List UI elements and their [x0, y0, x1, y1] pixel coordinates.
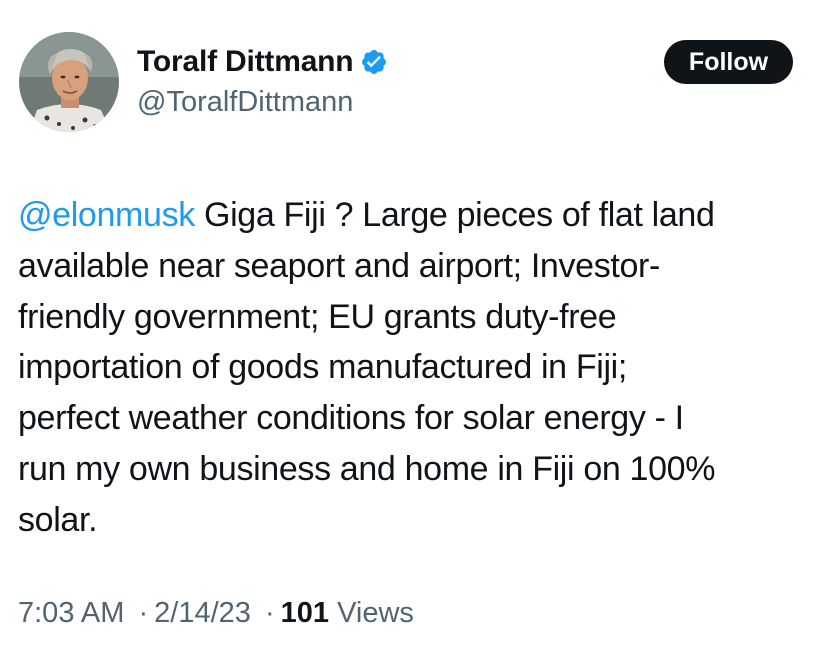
author-handle[interactable]: @ToralfDittmann	[137, 86, 353, 119]
author-display-name[interactable]: Toralf Dittmann	[137, 45, 354, 79]
tweet-line-6: run my own business and home in Fiji on …	[18, 449, 716, 488]
tweet-line-3: friendly government; EU grants duty-free	[18, 297, 617, 336]
tweet-line-5: perfect weather conditions for solar ene…	[18, 399, 684, 438]
tweet-line-1: @elonmusk Giga Fiji ? Large pieces of fl…	[18, 190, 818, 241]
views-label: Views	[329, 597, 414, 629]
meta-separator: ·	[138, 597, 149, 629]
tweet-date[interactable]: 2/14/23	[154, 597, 251, 629]
author-name-row: Toralf Dittmann	[137, 44, 388, 80]
tweet-line-1-text: Giga Fiji ? Large pieces of flat land	[194, 196, 715, 234]
views-count[interactable]: 101	[281, 597, 329, 629]
avatar[interactable]	[19, 32, 119, 132]
tweet-meta: 7:03 AM · 2/14/23 · 101 Views	[18, 597, 414, 630]
verified-badge-icon[interactable]	[360, 48, 388, 76]
tweet-line-2: available near seaport and airport; Inve…	[18, 246, 660, 285]
meta-separator-2: ·	[264, 597, 275, 629]
mention-link[interactable]: @elonmusk	[18, 196, 195, 234]
profile-photo-icon	[19, 32, 119, 132]
tweet-line-4: importation of goods manufactured in Fij…	[18, 348, 627, 387]
tweet-text: @elonmusk Giga Fiji ? Large pieces of fl…	[18, 190, 818, 546]
follow-button[interactable]: Follow	[664, 40, 793, 84]
tweet-line-7: solar.	[18, 500, 98, 539]
tweet-time[interactable]: 7:03 AM	[18, 597, 124, 629]
